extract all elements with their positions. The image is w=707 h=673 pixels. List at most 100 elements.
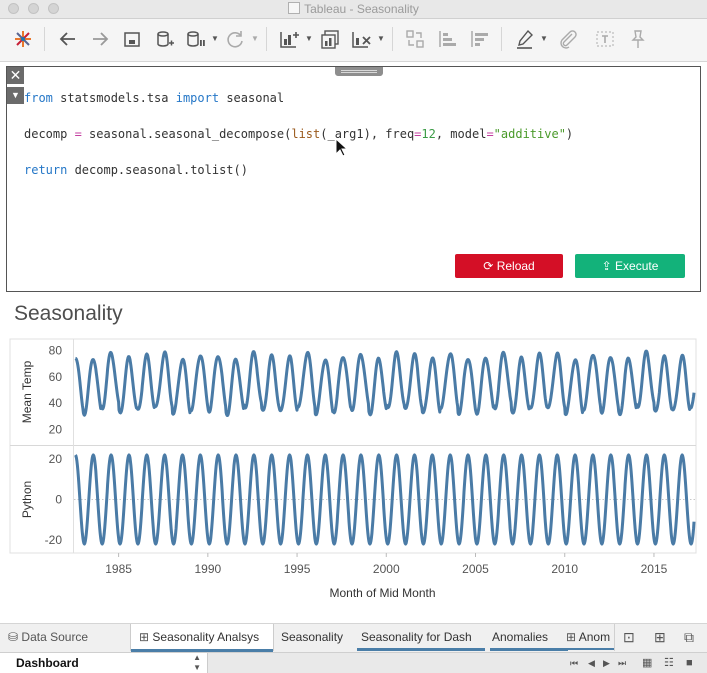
dashboard-icon: ⊞: [139, 630, 150, 644]
editor-menu-button[interactable]: ▼: [7, 87, 24, 104]
tab-seasonality[interactable]: Seasonality: [281, 624, 351, 650]
show-tabs-icon[interactable]: ☷: [664, 657, 674, 669]
show-labels-icon[interactable]: [594, 28, 616, 50]
y-tick-label: -20: [45, 533, 63, 547]
tab-label: Seasonality Analsys: [152, 630, 260, 644]
caret-down-icon[interactable]: ▼: [251, 29, 259, 49]
refresh-icon[interactable]: [224, 28, 246, 50]
code-token: , model: [435, 127, 487, 141]
show-sheet-sorter-icon[interactable]: ■: [686, 657, 693, 669]
code-token: return: [24, 163, 68, 177]
next-sheet-icon[interactable]: ▶: [603, 657, 610, 669]
reload-button[interactable]: ⟳ Reload: [455, 254, 563, 278]
x-axis-label: Month of Mid Month: [329, 586, 435, 600]
new-datasource-icon[interactable]: [153, 28, 175, 50]
y-axis-label: Python: [20, 481, 34, 518]
chart-svg[interactable]: 80 60 40 20 20 0 -20 1985 1990 1995 2000 2005 2010 20…: [0, 335, 707, 605]
code-token: import: [175, 91, 220, 105]
tab-seasonality-analsys[interactable]: ⊞ Seasonality Analsys: [130, 624, 274, 652]
code-token: "additive": [493, 127, 566, 141]
y-tick-label: 20: [49, 422, 63, 436]
back-icon[interactable]: [57, 28, 79, 50]
code-token: =: [74, 127, 82, 141]
code-token: statsmodels.tsa: [52, 91, 176, 105]
window-titlebar: Tableau - Seasonality: [0, 0, 707, 19]
dashboard-select[interactable]: Dashboard ▲ ▼: [0, 653, 208, 673]
toolbar: ▼ ▼ ▼ ▼ ▼: [0, 19, 707, 62]
reload-icon: ⟳: [483, 259, 494, 273]
duplicate-sheet-icon[interactable]: [319, 28, 341, 50]
caret-down-icon[interactable]: ▼: [377, 29, 385, 49]
code-token: tolist: [190, 163, 234, 177]
new-worksheet-icon[interactable]: [278, 28, 300, 50]
y-tick-label: 60: [49, 370, 63, 384]
group-members-icon[interactable]: [556, 28, 578, 50]
x-tick-label: 1990: [194, 562, 221, 576]
clear-sheet-icon[interactable]: [350, 28, 372, 50]
pin-icon[interactable]: [626, 28, 648, 50]
code-token: seasonal_decompose: [154, 127, 285, 141]
window-title: Tableau - Seasonality: [0, 2, 707, 16]
highlight-icon[interactable]: [514, 28, 536, 50]
window-title-text: Tableau - Seasonality: [304, 2, 419, 16]
x-tick-label: 2005: [462, 562, 489, 576]
code-line-1[interactable]: from statsmodels.tsa import seasonal: [24, 91, 284, 105]
sheet-title: Seasonality: [14, 302, 123, 325]
code-token: from: [24, 91, 53, 105]
caret-down-icon[interactable]: ▼: [305, 29, 313, 49]
tab-anomalies[interactable]: Anomalies: [490, 624, 568, 651]
status-bar: Dashboard ▲ ▼ ⏮ ◀ ▶ ⏭ ▦ ☷ ■: [0, 652, 707, 673]
code-line-2[interactable]: decomp = seasonal.seasonal_decompose(lis…: [24, 127, 573, 141]
code-token: seasonal: [219, 91, 285, 105]
code-line-3[interactable]: return decomp.seasonal.tolist(): [24, 163, 248, 177]
dashboard-icon: ⊞: [566, 630, 577, 644]
code-token: decomp: [24, 127, 75, 141]
swap-rows-columns-icon[interactable]: [404, 28, 426, 50]
execute-button[interactable]: ⇪ Execute: [575, 254, 685, 278]
caret-down-icon[interactable]: ▼: [540, 29, 548, 49]
close-editor-button[interactable]: ✕: [7, 67, 24, 84]
x-tick-label: 1995: [284, 562, 311, 576]
caret-down-icon[interactable]: ▼: [211, 29, 219, 49]
tab-label: Seasonality for Dash: [361, 630, 472, 644]
x-tick-label: 2015: [641, 562, 668, 576]
x-tick-label: 2010: [551, 562, 578, 576]
first-sheet-icon[interactable]: ⏮: [570, 657, 578, 669]
x-tick-label: 2000: [373, 562, 400, 576]
new-story-tab-icon[interactable]: ⧉: [684, 629, 694, 646]
tab-seasonality-for-dash[interactable]: Seasonality for Dash: [357, 624, 485, 651]
pause-updates-icon[interactable]: [184, 28, 206, 50]
forward-icon[interactable]: [89, 28, 111, 50]
code-token: 12: [421, 127, 436, 141]
y-tick-label: 0: [55, 493, 62, 507]
last-sheet-icon[interactable]: ⏭: [618, 657, 626, 669]
series-line-mean-temp: [74, 349, 696, 417]
sort-ascending-icon[interactable]: [436, 28, 458, 50]
y-axis-label: Mean Temp: [20, 360, 34, 423]
new-worksheet-tab-icon[interactable]: ⊡: [623, 629, 635, 646]
y-tick-label: 20: [49, 452, 63, 466]
x-tick-label: 1985: [105, 562, 132, 576]
mouse-cursor-icon: [335, 138, 347, 157]
prev-sheet-icon[interactable]: ◀: [588, 657, 595, 669]
y-tick-label: 40: [49, 396, 63, 410]
y-tick-label: 80: [49, 344, 63, 358]
save-icon[interactable]: [121, 28, 143, 50]
code-token: seasonal.: [81, 127, 155, 141]
upload-icon: ⇪: [601, 259, 612, 273]
tab-label: Anom: [578, 630, 611, 644]
tab-label: Data Source: [21, 630, 89, 644]
seasonality-chart[interactable]: 80 60 40 20 20 0 -20 1985 1990 1995 2000 2005 2010 20…: [0, 335, 707, 610]
code-token: list: [291, 127, 321, 141]
show-filmstrip-icon[interactable]: ▦: [642, 657, 652, 669]
resize-handle[interactable]: [335, 67, 383, 76]
tab-anom[interactable]: ⊞ Anom: [566, 624, 614, 650]
tab-label: Seasonality: [281, 630, 344, 644]
new-dashboard-tab-icon[interactable]: ⊞: [654, 629, 666, 646]
sort-descending-icon[interactable]: [468, 28, 490, 50]
document-icon: [288, 2, 301, 14]
execute-label: Execute: [615, 259, 659, 273]
tableau-logo-icon[interactable]: [12, 28, 34, 50]
tab-data-source[interactable]: ⛁ Data Source: [0, 624, 128, 650]
select-arrows-icon: ▲ ▼: [193, 653, 201, 672]
